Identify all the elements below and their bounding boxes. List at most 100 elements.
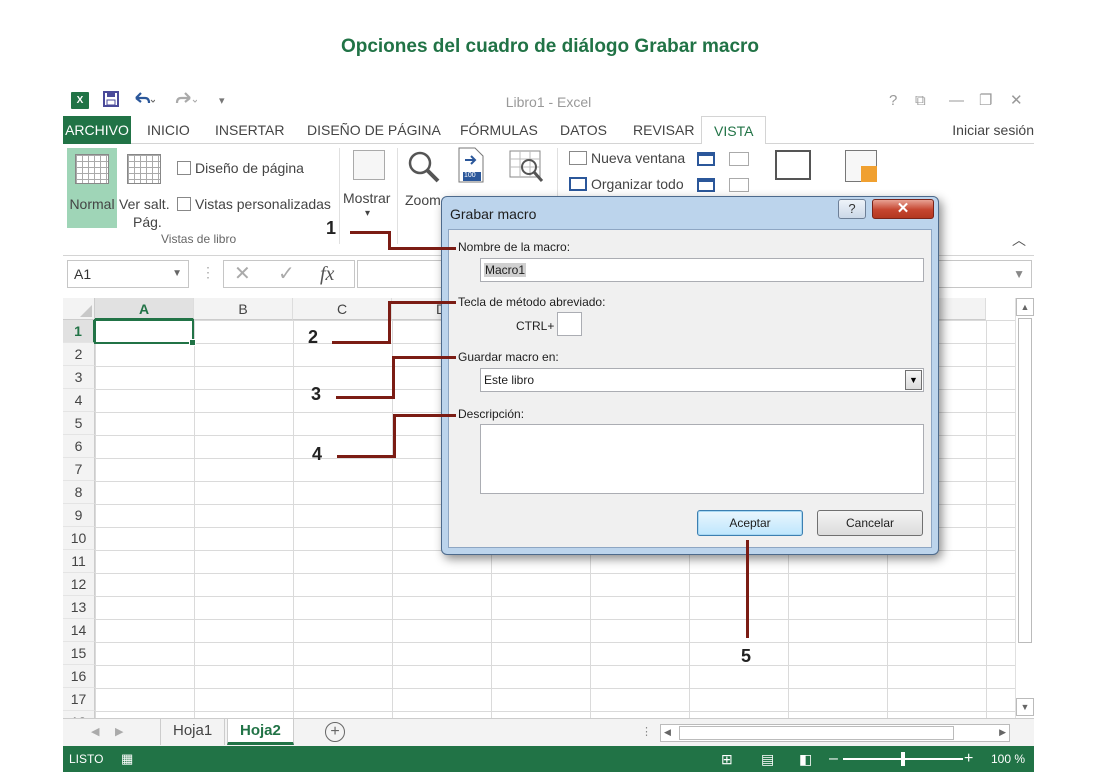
row-header[interactable]: 13: [63, 596, 95, 619]
restore-icon[interactable]: ❐: [979, 91, 992, 111]
accept-button[interactable]: Aceptar: [697, 510, 803, 536]
column-header-c[interactable]: C: [293, 298, 392, 320]
row-header[interactable]: 12: [63, 573, 95, 596]
split-icon[interactable]: [697, 178, 715, 192]
zoom-level[interactable]: 100 %: [991, 746, 1025, 772]
tab-datos[interactable]: DATOS: [560, 116, 607, 144]
zoom-label: Zoom: [405, 192, 441, 208]
callout-1-leader: [350, 231, 390, 234]
vertical-scroll-thumb[interactable]: [1018, 318, 1032, 643]
description-label: Descripción:: [458, 407, 525, 421]
row-header[interactable]: 4: [63, 389, 95, 412]
insert-function-icon[interactable]: fx: [320, 263, 334, 285]
row-header[interactable]: 2: [63, 343, 95, 366]
macro-name-value: Macro1: [484, 263, 527, 277]
macro-name-field[interactable]: Macro1: [480, 258, 924, 282]
custom-views-button[interactable]: Vistas personalizadas: [177, 196, 331, 212]
row-header[interactable]: 6: [63, 435, 95, 458]
sheet-tab-hoja1[interactable]: Hoja1: [160, 719, 226, 745]
close-icon[interactable]: ✕: [1010, 91, 1023, 111]
record-macro-dialog: Grabar macro ? ✕ Nombre de la macro: Mac…: [441, 196, 939, 555]
dialog-close-button[interactable]: ✕: [872, 199, 934, 219]
scroll-down-icon[interactable]: ▼: [1016, 698, 1034, 716]
add-sheet-icon[interactable]: +: [325, 722, 345, 742]
zoom-slider-thumb[interactable]: [901, 752, 905, 766]
minimize-icon[interactable]: —: [949, 91, 964, 111]
store-macro-select[interactable]: Este libro ▼: [480, 368, 924, 392]
formula-buttons: ✕ ✓ fx: [223, 260, 355, 288]
tab-inicio[interactable]: INICIO: [147, 116, 190, 144]
sync-scroll-icon[interactable]: [729, 178, 749, 192]
row-header[interactable]: 7: [63, 458, 95, 481]
column-header-a[interactable]: A: [95, 298, 194, 320]
tab-revisar[interactable]: REVISAR: [633, 116, 694, 144]
name-box-dropdown-icon[interactable]: ▼: [172, 261, 182, 287]
macro-record-icon[interactable]: ▦: [121, 746, 133, 772]
dialog-help-button[interactable]: ?: [838, 199, 866, 219]
zoom-in-icon[interactable]: +: [964, 746, 973, 772]
row-header[interactable]: 14: [63, 619, 95, 642]
tab-formulas[interactable]: FÓRMULAS: [460, 116, 538, 144]
column-header-b[interactable]: B: [194, 298, 293, 320]
active-cell-a1[interactable]: [94, 319, 196, 346]
prev-sheet-icon[interactable]: ◀: [91, 725, 99, 738]
page-break-status-icon[interactable]: ◧: [799, 746, 812, 772]
tab-diseno-pagina[interactable]: DISEÑO DE PÁGINA: [307, 116, 441, 144]
row-header[interactable]: 11: [63, 550, 95, 573]
row-header[interactable]: 3: [63, 366, 95, 389]
callout-3-leader: [392, 356, 456, 359]
page-break-icon: [127, 154, 161, 184]
sheet-tab-hoja2[interactable]: Hoja2: [227, 719, 294, 745]
expand-formula-icon[interactable]: ▼: [1013, 267, 1025, 281]
chevron-down-icon[interactable]: ▼: [905, 370, 922, 390]
title-bar: X ▾ Libro1 - Excel ? ⧉ — ❐ ✕: [63, 86, 1034, 116]
view-side-by-side-icon[interactable]: [729, 152, 749, 166]
horizontal-scrollbar[interactable]: ◀ ▶: [660, 724, 1010, 742]
zoom-slider[interactable]: [843, 752, 963, 766]
tab-insertar[interactable]: INSERTAR: [215, 116, 285, 144]
cancel-entry-icon[interactable]: ✕: [234, 263, 251, 285]
normal-view-status-icon[interactable]: ⊞: [721, 746, 733, 772]
collapse-ribbon-icon[interactable]: ︿: [1012, 230, 1026, 250]
page-layout-status-icon[interactable]: ▤: [761, 746, 774, 772]
row-header[interactable]: 8: [63, 481, 95, 504]
help-icon[interactable]: ?: [889, 91, 897, 111]
row-header[interactable]: 10: [63, 527, 95, 550]
scroll-right-icon[interactable]: ▶: [999, 727, 1006, 738]
row-header[interactable]: 17: [63, 688, 95, 711]
next-sheet-icon[interactable]: ▶: [115, 725, 123, 738]
horizontal-scroll-thumb[interactable]: [679, 726, 954, 740]
name-box-value: A1: [74, 266, 92, 282]
row-header[interactable]: 5: [63, 412, 95, 435]
normal-view-label: Normal: [69, 196, 115, 212]
row-header[interactable]: 16: [63, 665, 95, 688]
normal-view-button[interactable]: Normal: [67, 148, 117, 228]
row-header[interactable]: 1: [63, 320, 95, 343]
scroll-left-icon[interactable]: ◀: [664, 727, 671, 738]
sign-in-link[interactable]: Iniciar sesión: [952, 116, 1034, 144]
switch-windows-icon[interactable]: [775, 150, 811, 180]
select-all-corner[interactable]: [63, 298, 95, 320]
ribbon-display-icon[interactable]: ⧉: [915, 91, 926, 111]
name-box[interactable]: A1 ▼: [67, 260, 189, 288]
row-header[interactable]: 15: [63, 642, 95, 665]
callout-1: 1: [326, 218, 337, 238]
scroll-up-icon[interactable]: ▲: [1016, 298, 1034, 316]
new-window-icon: [569, 151, 587, 165]
arrange-all-button[interactable]: Organizar todo: [569, 176, 684, 192]
cancel-button[interactable]: Cancelar: [817, 510, 923, 536]
vertical-scrollbar[interactable]: ▲ ▼: [1015, 298, 1034, 718]
tab-vista[interactable]: VISTA: [701, 116, 767, 145]
zoom-out-icon[interactable]: –: [829, 746, 838, 772]
tab-archivo[interactable]: ARCHIVO: [63, 116, 131, 144]
page-layout-button[interactable]: Diseño de página: [177, 160, 304, 176]
row-header[interactable]: 18: [63, 711, 95, 718]
shortcut-key-field[interactable]: [557, 312, 582, 336]
tab-split-grip-icon[interactable]: ⋮: [641, 725, 652, 738]
freeze-panes-icon[interactable]: [697, 152, 715, 166]
row-header[interactable]: 9: [63, 504, 95, 527]
new-window-button[interactable]: Nueva ventana: [569, 150, 685, 166]
page-layout-label: Diseño de página: [195, 160, 304, 176]
description-field[interactable]: [480, 424, 924, 494]
confirm-entry-icon[interactable]: ✓: [278, 263, 295, 285]
